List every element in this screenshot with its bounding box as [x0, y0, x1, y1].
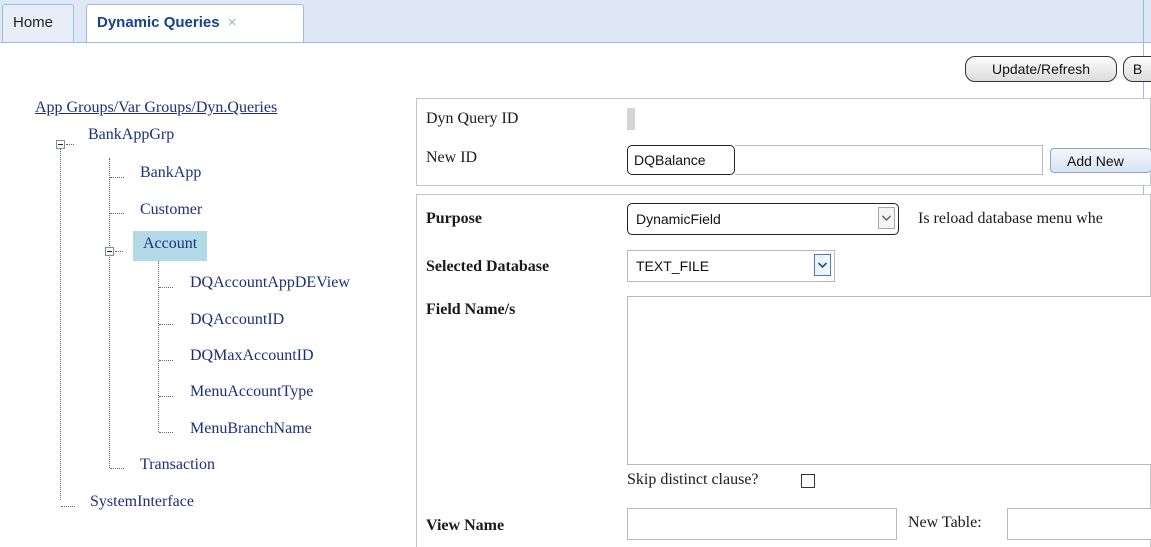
new-id-input[interactable] [627, 145, 735, 175]
view-name-input[interactable] [627, 508, 897, 540]
add-new-label: Add New [1067, 153, 1124, 169]
dyn-query-id-value [627, 108, 635, 130]
tree-connector [110, 213, 124, 214]
view-name-label: View Name [426, 517, 505, 534]
purpose-label: Purpose [426, 210, 482, 227]
tree-node-menuaccounttype[interactable]: MenuAccountType [190, 383, 313, 401]
tree-connector [159, 360, 173, 361]
reload-menu-text: Is reload database menu whe [918, 210, 1103, 227]
field-names-textarea[interactable] [627, 296, 1151, 465]
close-icon[interactable]: × [228, 14, 237, 31]
tree-connector [159, 287, 173, 288]
tree-node-dqmaxaccountid[interactable]: DQMaxAccountID [190, 347, 314, 365]
tree-node-bankappgrp[interactable]: BankAppGrp [88, 126, 174, 144]
tree-connector [110, 468, 124, 469]
tree-connector [110, 177, 124, 178]
tree-node-dqaccountappdeview[interactable]: DQAccountAppDEView [190, 274, 350, 292]
new-id-label: New ID [426, 149, 478, 166]
tree-connector [61, 506, 75, 507]
add-new-button[interactable]: Add New [1050, 148, 1151, 173]
tree-connector [159, 396, 173, 397]
tab-home-label: Home [13, 14, 54, 31]
chevron-down-icon[interactable] [814, 254, 831, 276]
tree-node-customer[interactable]: Customer [140, 201, 202, 219]
collapse-icon[interactable] [56, 140, 65, 149]
selected-database-value: TEXT_FILE [636, 258, 710, 274]
selected-database-label: Selected Database [426, 258, 550, 275]
partial-toolbar-button[interactable]: B [1123, 56, 1151, 82]
tree-node-transaction[interactable]: Transaction [140, 456, 215, 474]
tree-guide-line [109, 158, 110, 468]
tree-guide-line [158, 258, 159, 432]
tree-guide-line [60, 148, 61, 500]
purpose-select[interactable]: DynamicField [627, 203, 899, 235]
partial-toolbar-label: B [1132, 61, 1143, 77]
tab-home[interactable]: Home [2, 4, 74, 41]
update-refresh-label: Update/Refresh [991, 61, 1091, 77]
tree-connector [66, 144, 74, 145]
tab-dynamic-queries-label: Dynamic Queries [97, 14, 220, 31]
tree-node-dqaccountid[interactable]: DQAccountID [190, 311, 284, 329]
skip-distinct-checkbox[interactable] [801, 474, 815, 488]
collapse-icon[interactable] [105, 247, 114, 256]
new-table-label: New Table: [908, 514, 982, 531]
tree-node-systeminterface[interactable]: SystemInterface [90, 493, 194, 511]
tree-node-account[interactable]: Account [133, 231, 208, 261]
new-table-input[interactable] [1007, 508, 1151, 540]
dyn-query-id-label: Dyn Query ID [426, 110, 519, 127]
purpose-select-value: DynamicField [636, 211, 721, 227]
selected-database-select[interactable]: TEXT_FILE [627, 250, 835, 282]
tree-connector [115, 251, 123, 252]
skip-distinct-label: Skip distinct clause? [627, 471, 759, 488]
new-id-input-extension[interactable] [735, 145, 1043, 175]
tree-node-menubranchname[interactable]: MenuBranchName [190, 420, 312, 438]
tree-connector [159, 324, 173, 325]
field-names-label: Field Name/s [426, 301, 516, 318]
tree-root-link[interactable]: App Groups/Var Groups/Dyn.Queries [35, 99, 277, 117]
update-refresh-button[interactable]: Update/Refresh [965, 56, 1117, 82]
tree-node-bankapp[interactable]: BankApp [140, 164, 201, 182]
chevron-down-icon[interactable] [878, 207, 895, 229]
tab-dynamic-queries[interactable]: Dynamic Queries × [86, 4, 304, 42]
tab-strip: Home Dynamic Queries × [0, 0, 1151, 43]
tree-connector [159, 432, 173, 433]
